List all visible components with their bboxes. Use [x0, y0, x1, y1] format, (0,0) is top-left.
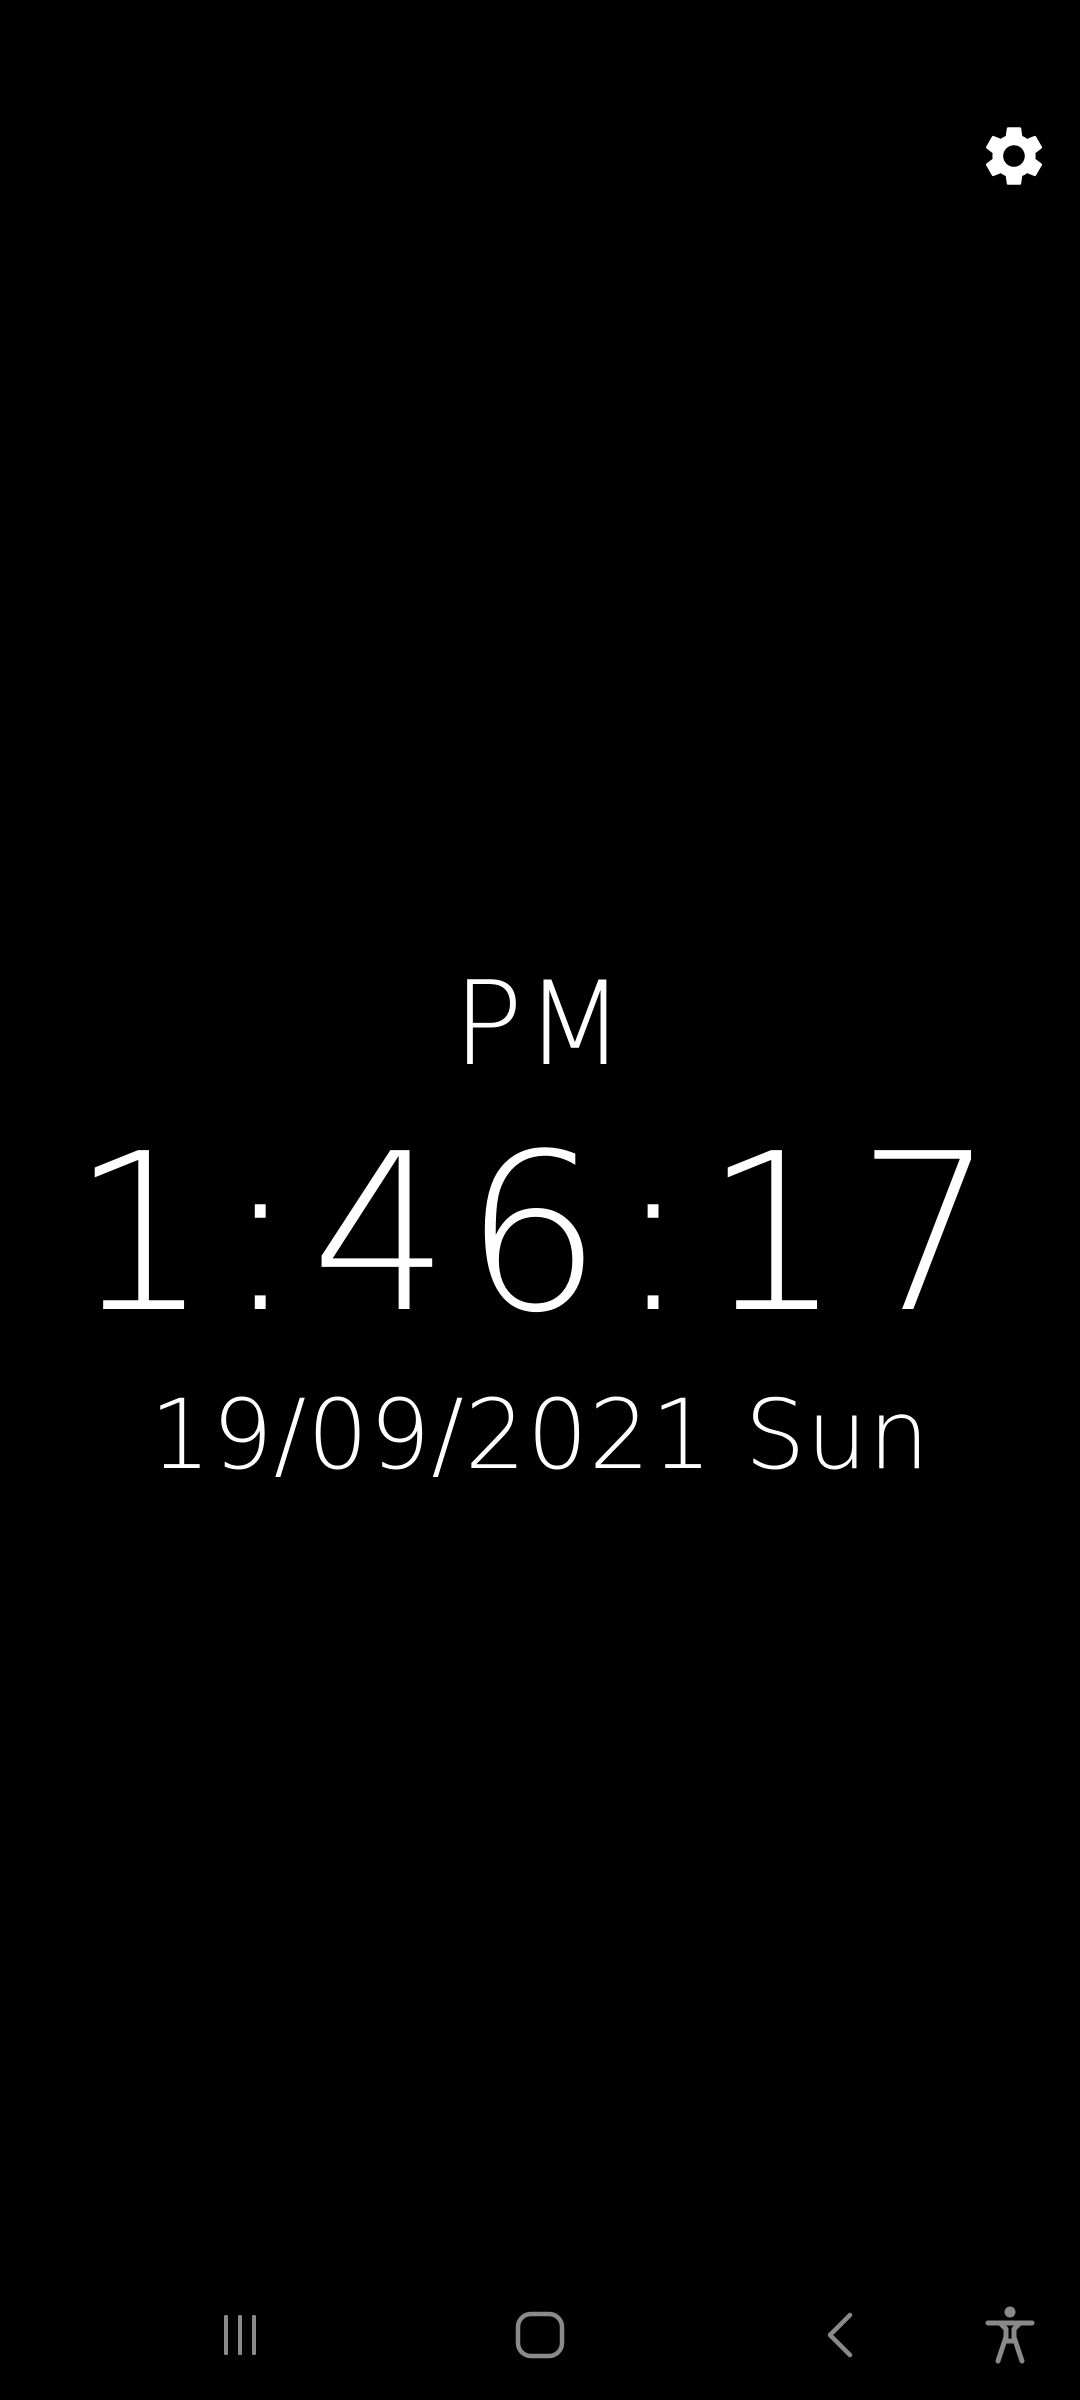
recent-apps-icon — [224, 2315, 256, 2355]
am-pm-indicator: PM — [452, 957, 628, 1092]
navigation-bar — [0, 2270, 1080, 2400]
accessibility-button[interactable] — [950, 2270, 1070, 2400]
settings-button[interactable] — [972, 114, 1056, 198]
clock-screen: PM 1:46:17 19/09/2021 Sun — [0, 0, 1080, 2400]
clock-date: 19/09/2021 Sun — [149, 1379, 931, 1491]
clock-time: 1:46:17 — [70, 1108, 1010, 1361]
accessibility-icon — [985, 2306, 1035, 2364]
gear-icon — [985, 127, 1043, 185]
back-button[interactable] — [782, 2270, 902, 2400]
home-button[interactable] — [480, 2270, 600, 2400]
recent-apps-button[interactable] — [180, 2270, 300, 2400]
home-icon — [515, 2311, 565, 2359]
back-icon — [827, 2312, 853, 2358]
